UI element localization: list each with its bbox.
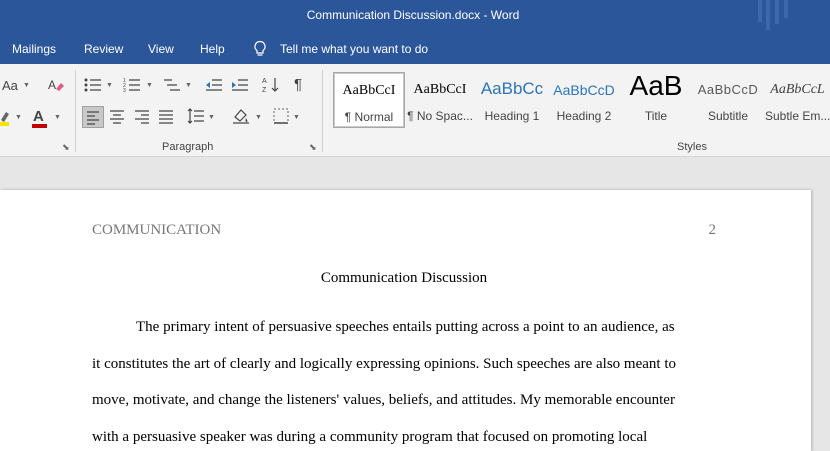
increase-indent-icon[interactable] <box>231 77 249 96</box>
document-page[interactable]: COMMUNICATION 2 Communication Discussion… <box>0 190 811 451</box>
body-text-line: with a persuasive speaker was during a c… <box>92 429 648 445</box>
styles-group-label: Styles <box>677 141 707 153</box>
tab-review[interactable]: Review <box>84 42 123 56</box>
style-preview: AaBbCcI <box>413 82 467 97</box>
style-preview: AaBbCcD <box>697 82 759 97</box>
style-label: ¶ Normal <box>344 110 394 124</box>
body-text-line: The primary intent of persuasive speeche… <box>136 319 675 335</box>
chevron-down-icon[interactable]: ▼ <box>208 114 215 121</box>
titlebar-decoration <box>775 0 779 24</box>
multilevel-list-icon[interactable] <box>163 77 181 96</box>
paragraph-group-label: Paragraph <box>162 141 214 153</box>
svg-text:A: A <box>262 78 267 85</box>
style-preview: AaB <box>629 70 683 101</box>
group-separator <box>322 70 323 152</box>
svg-text:A: A <box>48 78 56 92</box>
title-bar: Communication Discussion.docx - Word <box>0 0 830 34</box>
page-number: 2 <box>708 222 717 238</box>
shading-icon[interactable] <box>232 107 250 128</box>
ribbon-tab-bar: Mailings Review View Help Tell me what y… <box>0 34 830 64</box>
numbering-icon[interactable]: 123 <box>123 77 141 96</box>
chevron-down-icon[interactable]: ▼ <box>23 82 30 89</box>
style-normal[interactable]: AaBbCcI ¶ Normal <box>333 72 405 128</box>
style-heading-1[interactable]: AaBbCc Heading 1 <box>477 72 547 126</box>
body-text-line: it constitutes the art of clearly and lo… <box>92 356 677 372</box>
style-label: Title <box>644 109 668 123</box>
chevron-down-icon[interactable]: ▼ <box>146 82 153 89</box>
ribbon: Aa ▼ A ▼ A ▼ ⬊ ▼ 123 ▼ ▼ AZ ¶ ▼ ▼ ▼ Para… <box>0 64 830 157</box>
style-subtle-emphasis[interactable]: AaBbCcL Subtle Em... <box>765 72 830 126</box>
style-title[interactable]: AaB Title <box>621 70 691 126</box>
chevron-down-icon[interactable]: ▼ <box>106 82 113 89</box>
svg-text:3: 3 <box>123 88 126 93</box>
lightbulb-icon[interactable] <box>253 40 267 61</box>
svg-text:Z: Z <box>262 87 267 94</box>
style-preview: AaBbCcI <box>342 83 396 98</box>
titlebar-decoration <box>766 0 770 30</box>
align-left-button[interactable] <box>82 106 104 128</box>
style-preview: AaBbCc <box>480 79 544 98</box>
show-formatting-marks-icon[interactable]: ¶ <box>294 76 302 93</box>
style-label: Subtitle <box>707 109 749 123</box>
chevron-down-icon[interactable]: ▼ <box>185 82 192 89</box>
style-subtitle[interactable]: AaBbCcD Subtitle <box>693 72 763 126</box>
dialog-launcher-icon[interactable]: ⬊ <box>309 142 317 153</box>
clear-formatting-icon[interactable]: A <box>47 76 65 97</box>
decrease-indent-icon[interactable] <box>205 77 223 96</box>
font-color-bar <box>32 124 47 128</box>
chevron-down-icon[interactable]: ▼ <box>54 114 61 121</box>
chevron-down-icon[interactable]: ▼ <box>15 114 22 121</box>
bullets-icon[interactable] <box>84 77 102 96</box>
dialog-launcher-icon[interactable]: ⬊ <box>62 142 70 153</box>
style-label: Heading 2 <box>556 109 612 123</box>
style-preview: AaBbCcL <box>770 82 825 97</box>
chevron-down-icon[interactable]: ▼ <box>255 114 262 121</box>
tab-help[interactable]: Help <box>200 42 225 56</box>
align-center-icon[interactable] <box>108 107 126 128</box>
style-heading-2[interactable]: AaBbCcD Heading 2 <box>549 72 619 126</box>
window-title: Communication Discussion.docx - Word <box>306 8 520 22</box>
style-label: Subtle Em... <box>765 109 830 123</box>
change-case-button[interactable]: Aa <box>2 78 18 93</box>
highlight-color-bar <box>0 122 9 126</box>
style-preview: AaBbCcD <box>553 82 615 98</box>
titlebar-decoration <box>784 0 788 18</box>
group-separator <box>75 70 76 152</box>
tell-me-search[interactable]: Tell me what you want to do <box>280 42 428 56</box>
borders-icon[interactable] <box>272 107 290 128</box>
sort-icon[interactable]: AZ <box>262 76 280 97</box>
body-text-line: move, motivate, and change the listeners… <box>92 392 675 408</box>
style-label: Heading 1 <box>484 109 540 123</box>
titlebar-decoration <box>758 0 762 22</box>
line-spacing-icon[interactable] <box>187 107 205 128</box>
style-no-spacing[interactable]: AaBbCcI ¶ No Spac... <box>405 72 475 126</box>
highlight-color-icon[interactable] <box>0 108 12 131</box>
chevron-down-icon[interactable]: ▼ <box>293 114 300 121</box>
style-label: ¶ No Spac... <box>407 109 473 123</box>
justify-icon[interactable] <box>157 107 175 128</box>
running-header: COMMUNICATION <box>92 222 222 238</box>
align-right-icon[interactable] <box>133 107 151 128</box>
font-color-button[interactable]: A <box>33 108 44 125</box>
tab-mailings[interactable]: Mailings <box>12 42 56 56</box>
tab-view[interactable]: View <box>148 42 174 56</box>
document-title: Communication Discussion <box>320 270 488 286</box>
